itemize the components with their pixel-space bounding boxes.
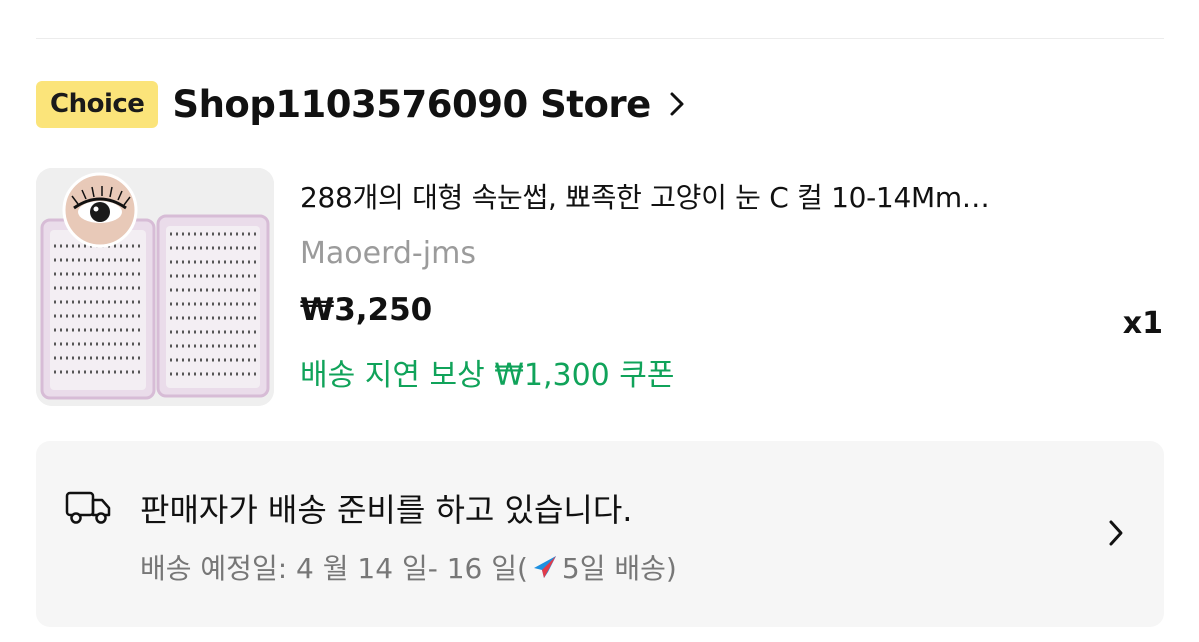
estimate-prefix: 배송 예정일: 4 월 14 일- 16 일( <box>140 552 528 585</box>
delay-coupon-text: 배송 지연 보상 ₩1,300 쿠폰 <box>300 358 675 393</box>
shipping-status-text: 판매자가 배송 준비를 하고 있습니다. <box>140 491 633 529</box>
seller-name: Maoerd-jms <box>300 236 476 271</box>
divider <box>36 38 1164 39</box>
store-header[interactable]: Choice Shop1103576090 Store <box>36 79 685 129</box>
airplane-icon <box>530 552 560 589</box>
estimate-suffix: 5일 배송) <box>561 552 677 585</box>
order-item-page: Choice Shop1103576090 Store 288개의 대형 속눈썹… <box>0 0 1199 642</box>
product-image[interactable] <box>36 168 274 406</box>
chevron-right-icon[interactable] <box>669 91 685 117</box>
product-title[interactable]: 288개의 대형 속눈썹, 뾰족한 고양이 눈 C 컬 10-14Mm… <box>300 176 1140 216</box>
product-price: ₩3,250 <box>300 292 433 328</box>
quantity: x1 <box>1122 306 1163 341</box>
store-name[interactable]: Shop1103576090 Store <box>172 83 651 126</box>
truck-icon <box>64 487 112 531</box>
choice-badge: Choice <box>36 80 159 128</box>
shipping-estimate: 배송 예정일: 4 월 14 일- 16 일( 5일 배송) <box>140 547 677 589</box>
shipping-status-card[interactable]: 판매자가 배송 준비를 하고 있습니다. 배송 예정일: 4 월 14 일- 1… <box>36 441 1164 627</box>
chevron-right-icon[interactable] <box>1108 519 1124 551</box>
